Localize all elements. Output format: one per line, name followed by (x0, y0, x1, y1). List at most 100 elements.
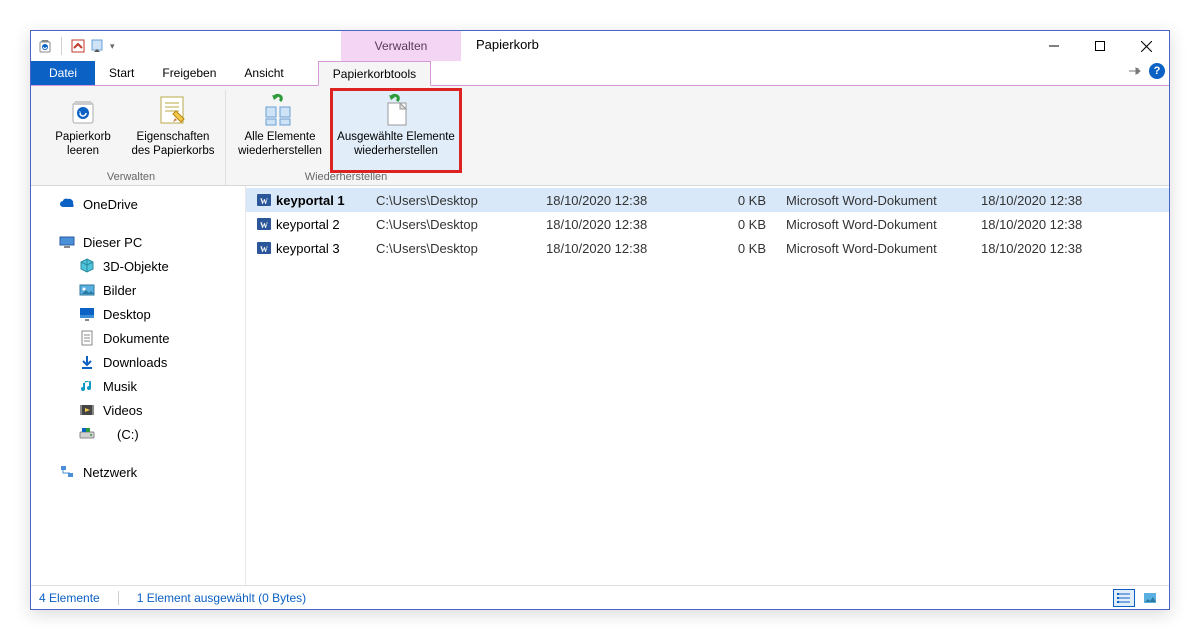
navigation-pane[interactable]: OneDrive Dieser PC 3D-Objekte Bilder Des… (31, 186, 246, 585)
details-view-button[interactable] (1113, 589, 1135, 607)
label: Netzwerk (83, 465, 137, 480)
status-item-count: 4 Elemente (39, 591, 100, 605)
date-deleted: 18/10/2020 12:38 (546, 193, 716, 208)
file-name: keyportal 2 (276, 217, 376, 232)
date-deleted: 18/10/2020 12:38 (546, 241, 716, 256)
properties-icon[interactable] (70, 38, 86, 54)
restore-selected-icon (379, 92, 413, 128)
empty-recycle-bin-button[interactable]: Papierkorb leeren (43, 90, 123, 171)
pc-icon (59, 234, 75, 250)
window-controls (1031, 31, 1169, 61)
tab-start[interactable]: Start (95, 61, 148, 85)
label: Alle Elemente (245, 130, 316, 144)
table-row[interactable]: Wkeyportal 1C:\Users\Desktop18/10/2020 1… (246, 188, 1169, 212)
qat-chevron-icon[interactable]: ▾ (110, 41, 115, 52)
spacer (31, 216, 245, 230)
table-row[interactable]: Wkeyportal 3C:\Users\Desktop18/10/2020 1… (246, 236, 1169, 260)
tab-share[interactable]: Freigeben (148, 61, 230, 85)
label: 3D-Objekte (103, 259, 169, 274)
ribbon: Papierkorb leeren Eigenschaften des Papi… (31, 86, 1169, 186)
download-icon (79, 354, 95, 370)
ribbon-tabs: Datei Start Freigeben Ansicht Papierkorb… (31, 61, 1169, 86)
label: (C:) (117, 427, 139, 442)
file-size: 0 KB (716, 193, 786, 208)
file-name: keyportal 3 (276, 241, 376, 256)
nav-downloads[interactable]: Downloads (31, 350, 245, 374)
nav-onedrive[interactable]: OneDrive (31, 192, 245, 216)
cloud-icon (59, 196, 75, 212)
recycle-bin-icon (37, 38, 53, 54)
file-type: Microsoft Word-Dokument (786, 217, 981, 232)
music-icon (79, 378, 95, 394)
nav-videos[interactable]: Videos (31, 398, 245, 422)
separator (61, 37, 62, 55)
nav-this-pc[interactable]: Dieser PC (31, 230, 245, 254)
ribbon-group-manage: Papierkorb leeren Eigenschaften des Papi… (37, 90, 226, 185)
status-bar: 4 Elemente 1 Element ausgewählt (0 Bytes… (31, 585, 1169, 609)
tab-view[interactable]: Ansicht (230, 61, 297, 85)
nav-music[interactable]: Musik (31, 374, 245, 398)
body: OneDrive Dieser PC 3D-Objekte Bilder Des… (31, 186, 1169, 585)
pictures-icon (79, 282, 95, 298)
svg-text:W: W (260, 245, 268, 254)
pin-icon[interactable] (1127, 64, 1143, 78)
label: des Papierkorbs (131, 144, 214, 158)
date-modified: 18/10/2020 12:38 (981, 241, 1169, 256)
word-document-icon: W (256, 216, 276, 232)
original-location: C:\Users\Desktop (376, 217, 546, 232)
label: Musik (103, 379, 137, 394)
label: Downloads (103, 355, 167, 370)
thumbnails-view-button[interactable] (1139, 589, 1161, 607)
restore-all-items-button[interactable]: Alle Elemente wiederherstellen (232, 90, 328, 171)
trash-icon (66, 92, 100, 128)
explorer-window: ▾ Verwalten Papierkorb Datei Start Freig… (30, 30, 1170, 610)
window-title: Papierkorb (476, 37, 539, 52)
original-location: C:\Users\Desktop (376, 193, 546, 208)
network-icon (59, 464, 75, 480)
properties-icon (156, 92, 190, 128)
file-size: 0 KB (716, 217, 786, 232)
status-selection: 1 Element ausgewählt (0 Bytes) (137, 591, 306, 605)
maximize-button[interactable] (1077, 31, 1123, 61)
label: Videos (103, 403, 143, 418)
file-name: keyportal 1 (276, 193, 376, 208)
ribbon-group-restore: Alle Elemente wiederherstellen Ausgewähl… (226, 90, 466, 185)
label: Papierkorb (55, 130, 111, 144)
nav-network[interactable]: Netzwerk (31, 460, 245, 484)
quick-access-toolbar: ▾ (31, 37, 115, 55)
nav-pictures[interactable]: Bilder (31, 278, 245, 302)
close-button[interactable] (1123, 31, 1169, 61)
file-type: Microsoft Word-Dokument (786, 193, 981, 208)
date-modified: 18/10/2020 12:38 (981, 217, 1169, 232)
date-deleted: 18/10/2020 12:38 (546, 217, 716, 232)
file-size: 0 KB (716, 241, 786, 256)
title-bar: ▾ Verwalten Papierkorb (31, 31, 1169, 61)
table-row[interactable]: Wkeyportal 2C:\Users\Desktop18/10/2020 1… (246, 212, 1169, 236)
help-icon[interactable]: ? (1149, 63, 1165, 79)
restore-selected-items-button[interactable]: Ausgewählte Elemente wiederherstellen (332, 90, 460, 171)
videos-icon (79, 402, 95, 418)
ribbon-group-label: Wiederherstellen (305, 171, 388, 185)
desktop-icon (79, 306, 95, 322)
nav-documents[interactable]: Dokumente (31, 326, 245, 350)
file-type: Microsoft Word-Dokument (786, 241, 981, 256)
tab-file[interactable]: Datei (31, 61, 95, 85)
restore-all-icon (260, 92, 300, 128)
tab-recyclebin-tools[interactable]: Papierkorbtools (318, 61, 431, 86)
word-document-icon: W (256, 240, 276, 256)
nav-desktop[interactable]: Desktop (31, 302, 245, 326)
minimize-button[interactable] (1031, 31, 1077, 61)
cube-icon (79, 258, 95, 274)
separator (118, 591, 119, 605)
word-document-icon: W (256, 192, 276, 208)
label: wiederherstellen (354, 144, 438, 158)
nav-c-drive[interactable]: (C:) (31, 422, 245, 446)
dropdown-icon[interactable] (90, 38, 106, 54)
date-modified: 18/10/2020 12:38 (981, 193, 1169, 208)
label: Ausgewählte Elemente (337, 130, 455, 144)
file-list[interactable]: Wkeyportal 1C:\Users\Desktop18/10/2020 1… (246, 186, 1169, 585)
recycle-bin-properties-button[interactable]: Eigenschaften des Papierkorbs (127, 90, 219, 171)
ribbon-group-label: Verwalten (107, 171, 155, 185)
nav-3d-objects[interactable]: 3D-Objekte (31, 254, 245, 278)
original-location: C:\Users\Desktop (376, 241, 546, 256)
